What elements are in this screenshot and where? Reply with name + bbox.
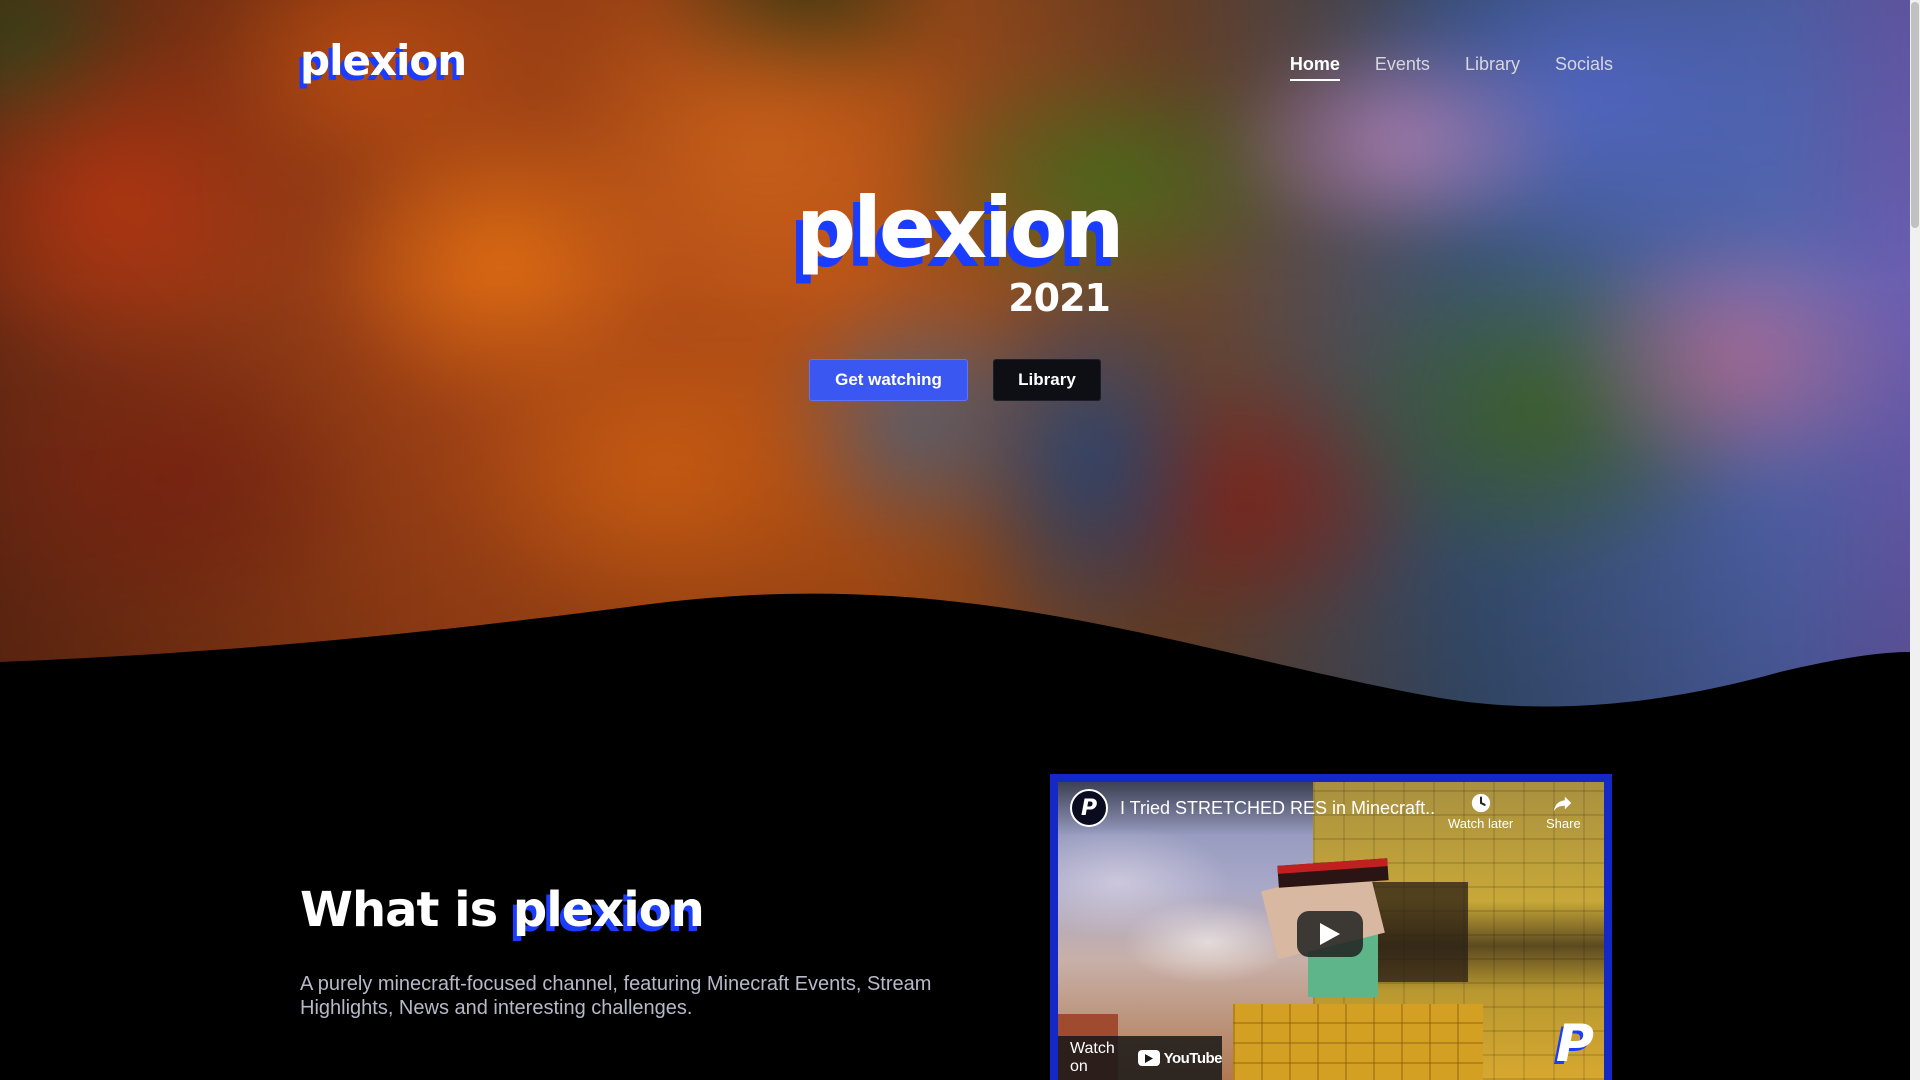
- video-header: P I Tried STRETCHED RES in Minecraft..: [1058, 782, 1604, 834]
- youtube-embed[interactable]: P I Tried STRETCHED RES in Minecraft.. W…: [1050, 774, 1612, 1080]
- get-watching-button[interactable]: Get watching: [809, 359, 968, 401]
- page-scrollbar[interactable]: [1910, 0, 1920, 1080]
- share-arrow-icon: [1554, 796, 1572, 812]
- watch-on-youtube-button[interactable]: Watch on YouTube: [1058, 1036, 1223, 1080]
- nav-events[interactable]: Events: [1375, 54, 1430, 81]
- main-nav: Home Events Library Socials: [1289, 54, 1613, 81]
- library-button[interactable]: Library: [993, 359, 1101, 401]
- channel-watermark-icon: P: [1555, 1014, 1594, 1074]
- share-button[interactable]: Share: [1546, 792, 1581, 831]
- video-thumbnail[interactable]: P I Tried STRETCHED RES in Minecraft.. W…: [1058, 782, 1604, 1080]
- watch-later-button[interactable]: Watch later: [1448, 792, 1513, 831]
- watch-later-label: Watch later: [1448, 816, 1514, 831]
- clock-icon: [1471, 793, 1490, 813]
- hero-title: plexion: [796, 179, 1124, 277]
- about-title-brand: plexion: [512, 882, 705, 938]
- youtube-label: YouTube: [1163, 1049, 1223, 1067]
- channel-avatar[interactable]: P: [1070, 789, 1108, 827]
- about-title-prefix: What is: [300, 882, 498, 938]
- hero-section: [0, 0, 1910, 710]
- about-description: A purely minecraft-focused channel, feat…: [300, 973, 932, 1019]
- share-label: Share: [1546, 816, 1581, 831]
- hero-wave-divider: [0, 593, 1910, 710]
- video-title[interactable]: I Tried STRETCHED RES in Minecraft..: [1120, 798, 1435, 819]
- site-logo[interactable]: plexion: [300, 36, 467, 85]
- nav-socials[interactable]: Socials: [1555, 54, 1613, 81]
- nav-library[interactable]: Library: [1465, 54, 1520, 81]
- about-title: What is plexion: [300, 882, 705, 938]
- hero-year: 2021: [1008, 276, 1111, 320]
- nav-home[interactable]: Home: [1289, 54, 1340, 81]
- watch-on-label: Watch on: [1070, 1040, 1115, 1075]
- page: plexion Home Events Library Socials plex…: [0, 0, 1920, 1080]
- youtube-logo-icon: YouTube: [1137, 1049, 1223, 1067]
- scrollbar-thumb[interactable]: [1911, 2, 1919, 228]
- play-button[interactable]: [1297, 911, 1363, 957]
- play-icon: [1320, 923, 1340, 945]
